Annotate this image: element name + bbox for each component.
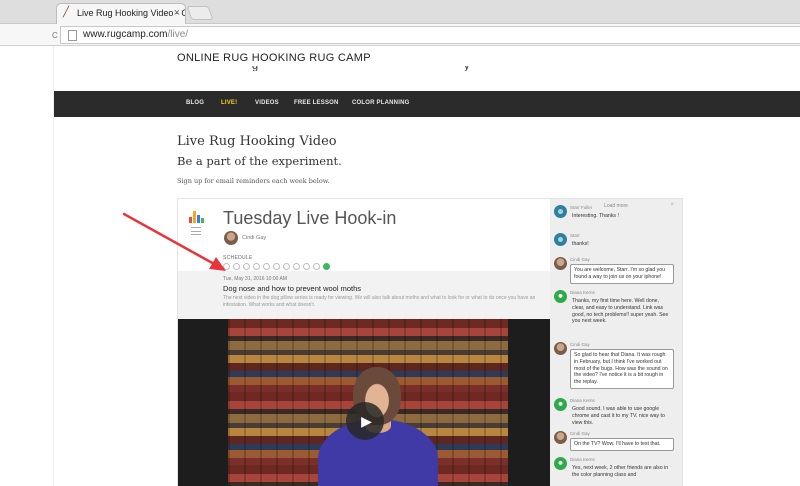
chat-avatar (554, 290, 567, 303)
chat-avatar (554, 342, 567, 355)
chat-message-text: You are welcome, Starr. I'm so glad you … (570, 264, 674, 284)
signup-text: Sign up for email reminders each week be… (177, 177, 330, 185)
chat-message-text: Yes, next week, 2 other friends are also… (572, 465, 669, 478)
chat-author: Diana Kerns (570, 398, 595, 403)
chat-message-text: Good sound. I was able to use google chr… (572, 406, 665, 426)
chat-message-text: Interesting. Thanks ! (572, 213, 619, 219)
chat-message-text: Thanks, my first time here. Well done, c… (572, 298, 669, 325)
chat-avatar (554, 257, 567, 270)
event-heading: Dog nose and how to prevent wool moths (223, 284, 361, 293)
schedule-dot[interactable] (313, 263, 320, 270)
schedule-dot[interactable] (303, 263, 310, 270)
schedule-dot[interactable] (283, 263, 290, 270)
browser-tab[interactable]: ╱ Live Rug Hooking Video - C × (56, 3, 186, 24)
schedule-dot-current[interactable] (323, 263, 330, 270)
annotation-arrow-icon (122, 212, 226, 271)
event-description: The next video in the dog pillow series … (223, 295, 536, 308)
host-name[interactable]: Cindi Gay (242, 235, 266, 241)
chat-message-text: On the TV? Wow. I'll have to test that. (570, 438, 674, 451)
nav-item-color-planning[interactable]: COLOR PLANNING (352, 100, 409, 106)
chat-avatar (554, 398, 567, 411)
chat-avatar (554, 457, 567, 470)
chat-message-text: So glad to hear that Diana. It was rough… (570, 349, 674, 389)
rug-hook-favicon-icon: ╱ (63, 7, 70, 18)
nav-item-free-lesson[interactable]: FREE LESSON (294, 100, 339, 106)
clipped-tagline: g y (180, 66, 480, 71)
url-path: /live/ (167, 29, 189, 40)
url-host: www.rugcamp.com (83, 29, 168, 40)
live-event-widget: Tuesday Live Hook-in Cindi Gay SCHEDULE … (177, 198, 683, 486)
schedule-dot[interactable] (273, 263, 280, 270)
event-date: Tue, May 31, 2016 10:00 AM (223, 276, 288, 282)
schedule-dot[interactable] (293, 263, 300, 270)
new-tab-button[interactable] (186, 6, 214, 20)
chat-message-text: thanks! (572, 241, 589, 247)
chat-author: Cindi Gay (570, 257, 590, 262)
schedule-dot[interactable] (243, 263, 250, 270)
chat-avatar (554, 431, 567, 444)
tab-close-icon[interactable]: × (174, 4, 180, 23)
chat-author: Cindi Gay (570, 431, 590, 436)
url-field[interactable]: www.rugcamp.com/live/ (60, 26, 800, 44)
play-icon[interactable]: ▶ (346, 402, 384, 440)
nav-item-videos[interactable]: VIDEOS (255, 100, 279, 106)
video-player[interactable]: ▶ (178, 319, 550, 486)
site-title[interactable]: ONLINE RUG HOOKING RUG CAMP (177, 52, 371, 64)
chat-author: Diana Kerns (570, 457, 595, 462)
chat-avatar (554, 233, 567, 246)
page-heading: Live Rug Hooking Video (177, 134, 337, 149)
schedule-dot[interactable] (253, 263, 260, 270)
chat-close-icon[interactable]: × (670, 202, 674, 208)
chat-avatar (554, 205, 567, 218)
chat-author: Starr Fuller (570, 205, 593, 210)
browser-tab-bar: ╱ Live Rug Hooking Video - C × (0, 0, 800, 24)
chat-author: Diana Kerns (570, 290, 595, 295)
page-icon (68, 30, 77, 41)
page-subheading: Be a part of the experiment. (177, 154, 342, 168)
chat-panel: Load more × Starr Fuller Interesting. Tha… (550, 199, 682, 486)
chat-author: Cindi Gay (570, 342, 590, 347)
tab-title: Live Rug Hooking Video - C (77, 8, 186, 18)
page-left-gutter (0, 46, 54, 486)
reload-icon[interactable]: C (52, 31, 58, 40)
main-nav: BLOG LIVE! VIDEOS FREE LESSON COLOR PLAN… (54, 91, 800, 117)
event-info: Tue, May 31, 2016 10:00 AM Dog nose and … (178, 271, 550, 319)
event-title: Tuesday Live Hook-in (223, 208, 397, 228)
chat-author: Starr (570, 233, 580, 238)
nav-item-live[interactable]: LIVE! (221, 100, 237, 106)
schedule-dot[interactable] (263, 263, 270, 270)
address-bar: C www.rugcamp.com/live/ (0, 24, 800, 46)
nav-item-blog[interactable]: BLOG (186, 100, 204, 106)
